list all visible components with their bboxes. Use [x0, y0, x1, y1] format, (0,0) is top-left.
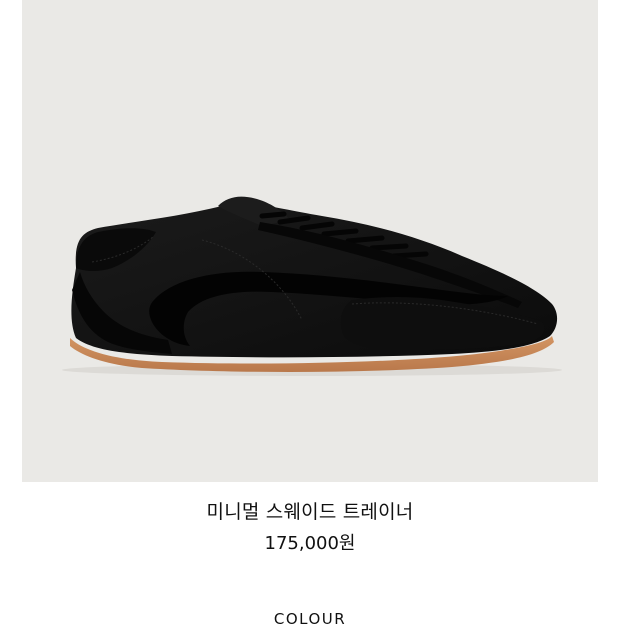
product-price: 175,000원	[264, 533, 356, 554]
colour-section-label: COLOUR	[273, 610, 347, 628]
sneaker-illustration	[62, 196, 562, 376]
product-title: 미니멀 스웨이드 트레이너	[206, 501, 414, 523]
product-image[interactable]	[22, 0, 598, 482]
